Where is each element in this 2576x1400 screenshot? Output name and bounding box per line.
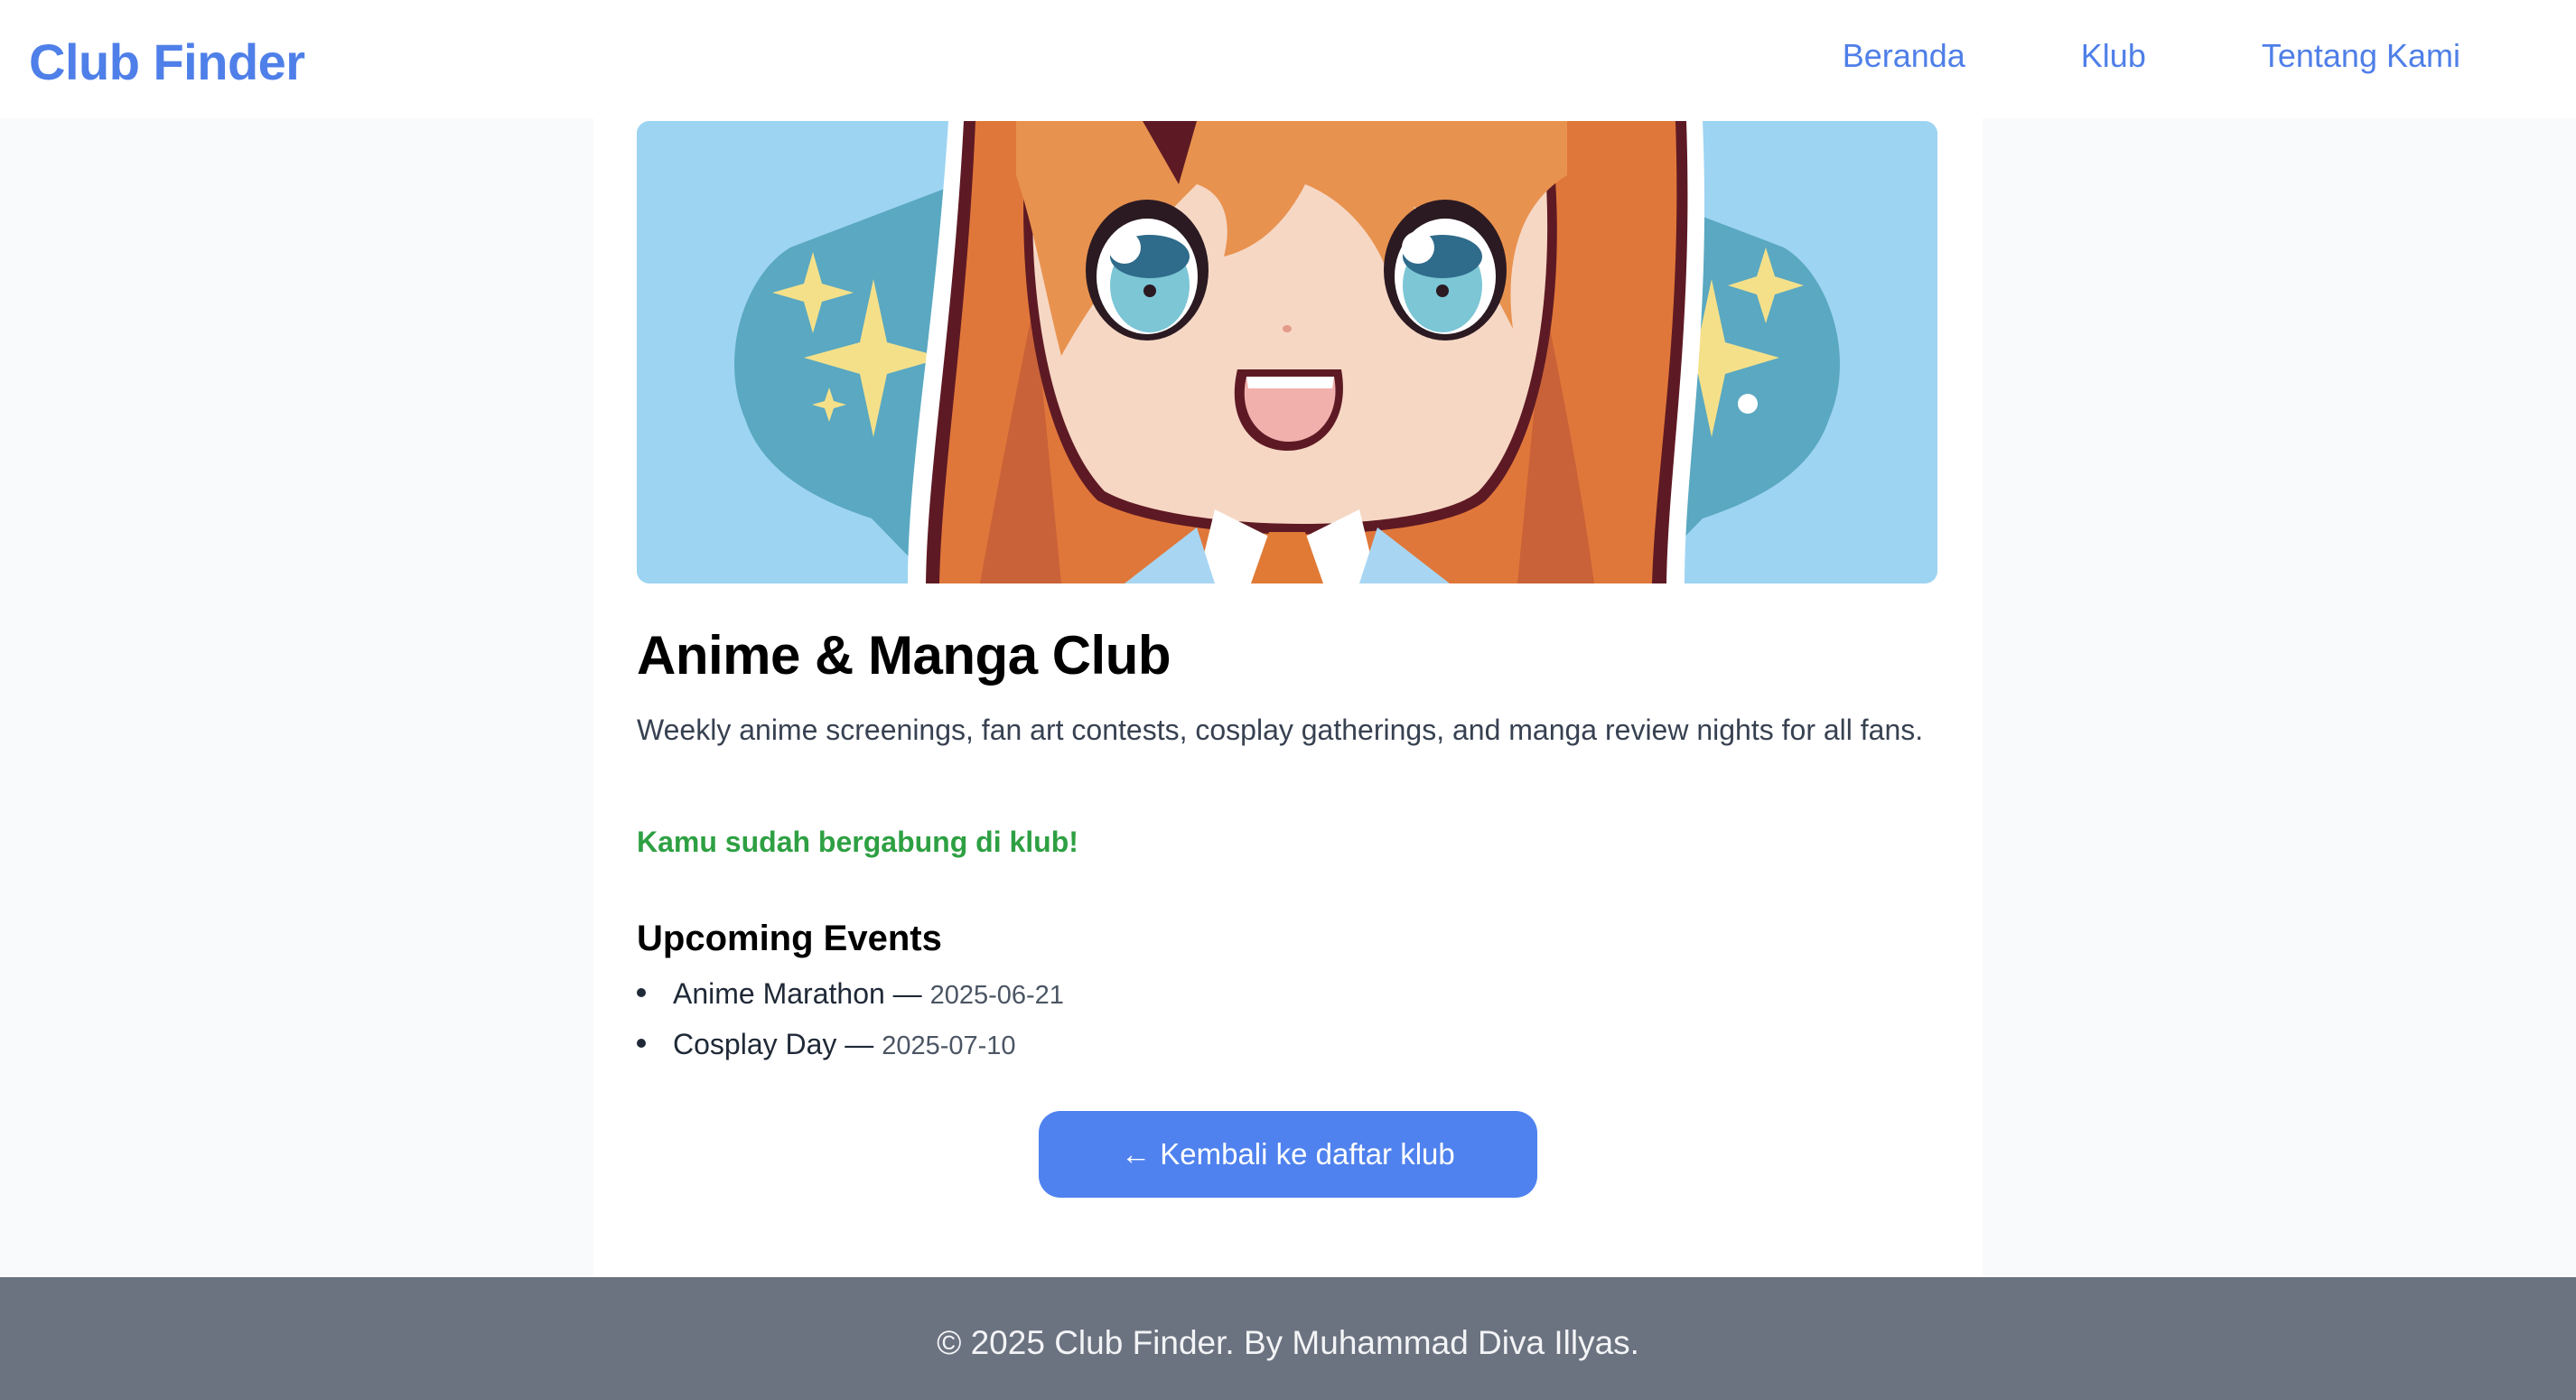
nav-link-beranda[interactable]: Beranda [1843,37,1965,75]
navbar: Club Finder Beranda Klub Tentang Kami [0,0,2576,118]
club-description: Weekly anime screenings, fan art contest… [637,714,1924,746]
event-name: Anime Marathon [673,977,885,1010]
bullet-icon [637,987,646,997]
upcoming-events-heading: Upcoming Events [637,919,942,958]
joined-status-message: Kamu sudah bergabung di klub! [637,826,1078,858]
anime-girl-illustration [637,121,1937,583]
event-separator: — [884,977,930,1010]
event-name: Cosplay Day [673,1028,837,1060]
back-to-club-list-button[interactable]: ← Kembali ke daftar klub [1039,1111,1537,1198]
club-detail-card: Anime & Manga Club Weekly anime screenin… [593,118,1983,1277]
event-date: 2025-06-21 [929,981,1064,1010]
arrow-left-icon: ← [1121,1137,1152,1171]
club-hero-image [637,121,1937,583]
nav-link-tentang-kami[interactable]: Tentang Kami [2262,37,2460,75]
club-title: Anime & Manga Club [637,625,1171,686]
nav-links: Beranda Klub Tentang Kami [1843,37,2460,75]
nav-link-klub[interactable]: Klub [2081,37,2146,75]
event-item: Anime Marathon — 2025-06-21 [637,977,1064,1011]
event-date: 2025-07-10 [882,1031,1016,1060]
bullet-icon [637,1038,646,1048]
event-item: Cosplay Day — 2025-07-10 [637,1028,1016,1061]
event-separator: — [836,1028,882,1060]
footer-copyright: © 2025 Club Finder. By Muhammad Diva Ill… [937,1324,1639,1361]
footer: © 2025 Club Finder. By Muhammad Diva Ill… [0,1277,2576,1400]
back-button-label: Kembali ke daftar klub [1160,1137,1455,1171]
brand-logo-link[interactable]: Club Finder [29,33,305,91]
